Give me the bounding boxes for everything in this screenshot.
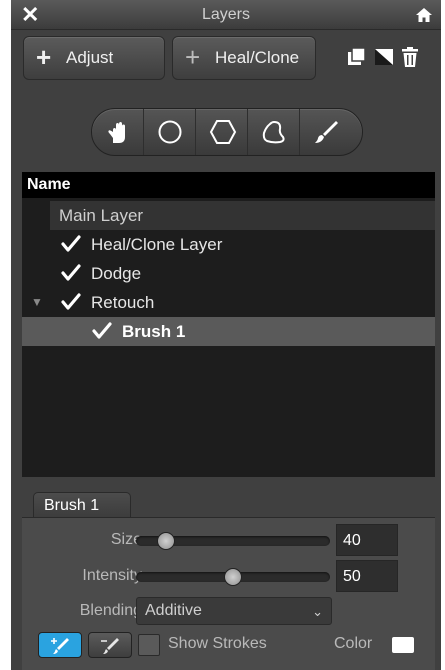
adjust-button[interactable]: + Adjust [23,36,165,80]
color-swatch[interactable] [392,637,414,653]
blending-select[interactable]: Additive ⌄ [136,597,332,625]
checkbox-checked-icon[interactable] [92,321,112,341]
polygon-tool-button[interactable] [196,109,248,155]
show-strokes-label: Show Strokes [168,635,267,652]
adjust-label: Adjust [66,48,114,67]
size-slider[interactable] [136,532,330,550]
add-stroke-mode-button[interactable] [38,632,82,658]
erase-stroke-mode-button[interactable] [88,632,132,658]
layer-row-dodge[interactable]: Dodge [22,259,435,288]
heal-clone-label: Heal/Clone [215,48,300,67]
trash-icon[interactable] [399,46,421,68]
layer-list-header: Name [22,172,435,198]
layer-label: Dodge [91,264,142,283]
brush-plus-icon [51,638,69,654]
layer-row-brush-1[interactable]: Brush 1 [22,317,435,346]
ellipse-icon [158,120,182,144]
title-bar: ✕ Layers [11,0,441,30]
brush-icon [315,121,338,143]
checkbox-checked-icon[interactable] [61,263,81,283]
hand-tool-button[interactable] [92,109,144,155]
layer-label: Heal/Clone Layer [91,235,223,254]
disclosure-triangle-icon[interactable]: ▼ [31,288,43,317]
brush-tool-button[interactable] [300,109,352,155]
layer-label: Retouch [91,293,155,312]
blending-value: Additive [145,602,202,619]
size-slider-knob[interactable] [157,532,175,550]
layers-panel: ✕ Layers + Adjust + Heal/Clone Name Main… [11,0,441,670]
show-strokes-checkbox[interactable] [138,634,160,656]
size-value-field[interactable]: 40 [336,524,398,556]
brush-properties: Brush 1 Size 40 Intensity 50 Blending Ad… [22,490,435,670]
layer-list: Name Main Layer Heal/Clone Layer Dodge ▼… [22,172,435,477]
hand-icon [108,122,125,143]
mask-icon[interactable] [373,46,395,68]
polygon-icon [209,120,237,144]
selection-tool-bar [91,108,363,156]
close-icon[interactable]: ✕ [21,0,39,30]
heal-clone-button[interactable]: + Heal/Clone [172,36,316,80]
color-label: Color [334,635,373,652]
lasso-tool-button[interactable] [248,109,300,155]
lasso-icon [262,120,285,144]
main-layer-row[interactable]: Main Layer [50,201,435,230]
plus-icon: + [185,42,201,72]
chevron-down-icon: ⌄ [312,604,323,619]
brush-tab[interactable]: Brush 1 [33,492,131,518]
blending-label: Blending [79,602,142,619]
intensity-label: Intensity [82,567,142,584]
home-icon[interactable] [415,6,433,24]
intensity-slider-knob[interactable] [224,568,242,586]
layer-row-heal-clone[interactable]: Heal/Clone Layer [22,230,435,259]
checkbox-checked-icon[interactable] [61,292,81,312]
plus-icon: + [36,42,52,72]
intensity-value-field[interactable]: 50 [336,560,398,592]
brush-minus-icon [101,638,119,654]
window-title: Layers [201,6,251,23]
main-layer-label: Main Layer [59,206,144,225]
duplicate-layer-icon[interactable] [346,46,368,68]
layer-label: Brush 1 [122,322,186,341]
brush-properties-body: Size 40 Intensity 50 Blending Additive ⌄ [22,517,435,670]
intensity-slider[interactable] [136,568,330,586]
layer-row-retouch[interactable]: ▼ Retouch [22,288,435,317]
size-label: Size [110,531,142,548]
ellipse-tool-button[interactable] [144,109,196,155]
checkbox-checked-icon[interactable] [61,234,81,254]
